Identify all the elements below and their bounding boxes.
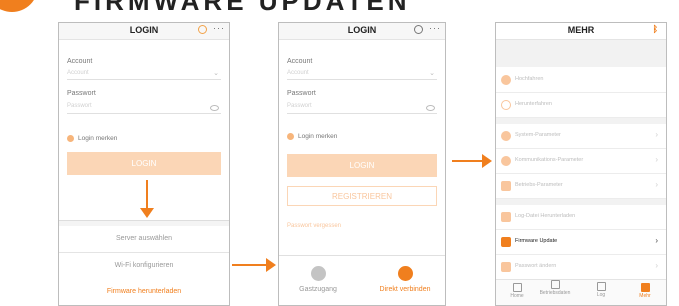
password-label: Passwort (287, 90, 316, 97)
page-heading: FIRMWARE UPDATEN (74, 0, 411, 16)
chevron-right-icon: › (655, 155, 658, 164)
menu-item-operating-params[interactable]: Betriebs-Parameter › (496, 174, 666, 199)
top-bar: LOGIN ··· (279, 23, 445, 40)
flow-arrow-down (146, 180, 148, 210)
step-number-badge (0, 0, 38, 12)
arrow-head-right-2 (482, 154, 492, 168)
monitor-icon (550, 280, 560, 289)
menu-item-label: Firmware Update (515, 238, 558, 244)
menu-item-label: Kommunikations-Parameter (515, 157, 584, 163)
sheet-item-firmware-download[interactable]: Firmware herunterladen (59, 279, 229, 305)
parameter-icon (501, 181, 511, 191)
guest-access-button[interactable]: Gastzugang (293, 266, 343, 293)
menu-item-label: Betriebs-Parameter (515, 182, 563, 188)
sheet-item-server[interactable]: Server auswählen (59, 226, 229, 253)
arrow-head-down (140, 208, 154, 218)
chevron-right-icon: › (655, 130, 658, 139)
tab-bar: Home Betriebsdaten Log Mehr (496, 279, 666, 305)
tab-more[interactable]: Mehr (632, 283, 658, 299)
password-underline (287, 113, 437, 114)
password-underline (67, 113, 221, 114)
menu-item-communication-params[interactable]: Kommunikations-Parameter › (496, 149, 666, 174)
login-screen-full: LOGIN ··· Account Account ⌄ Passwort Pas… (278, 22, 446, 306)
tab-label: Log (596, 292, 606, 298)
direct-connect-icon (397, 266, 413, 281)
section-gap (496, 40, 666, 67)
login-button[interactable]: LOGIN (67, 152, 221, 175)
tab-label: Mehr (639, 293, 651, 299)
top-bar: LOGIN ··· (59, 23, 229, 40)
direct-connect-label: Direkt verbinden (379, 286, 431, 293)
action-sheet: Server auswählen Wi-Fi konfigurieren Fir… (59, 220, 229, 305)
account-underline (67, 79, 221, 80)
gear-icon (501, 131, 511, 141)
log-file-icon (501, 212, 511, 222)
chevron-down-icon[interactable]: ⌄ (429, 69, 435, 77)
flow-arrow-right-1 (232, 264, 270, 266)
menu-item-label: System-Parameter (515, 132, 561, 138)
settings-gear-icon[interactable] (414, 25, 423, 34)
password-input[interactable]: Passwort (287, 103, 312, 109)
lock-icon (501, 262, 511, 272)
remember-label: Login merken (298, 133, 338, 140)
settings-gear-icon[interactable] (198, 25, 207, 34)
password-label: Passwort (67, 90, 96, 97)
bluetooth-icon: ᛒ (652, 24, 658, 34)
menu-item-shutdown[interactable]: Herunterfahren (496, 93, 666, 118)
arrow-head-right-1 (266, 258, 276, 272)
chevron-down-icon[interactable]: ⌄ (213, 69, 219, 77)
grid-icon (640, 283, 650, 292)
chevron-right-icon: › (655, 236, 658, 245)
top-bar: MEHR ᛒ (496, 23, 666, 40)
divider (279, 255, 445, 256)
login-screen-sheet: LOGIN ··· Account Account ⌄ Passwort Pas… (58, 22, 230, 306)
menu-item-change-password[interactable]: Passwort ändern › (496, 255, 666, 280)
screen-title: MEHR (567, 25, 595, 35)
remember-label: Login merken (78, 135, 118, 142)
power-off-icon (501, 100, 511, 110)
account-underline (287, 79, 437, 80)
remember-checkbox[interactable] (67, 135, 74, 142)
menu-item-system-params[interactable]: System-Parameter › (496, 124, 666, 149)
remember-checkbox[interactable] (287, 133, 294, 140)
tab-home[interactable]: Home (504, 283, 530, 299)
tab-label: Home (510, 293, 524, 299)
chevron-right-icon: › (655, 261, 658, 270)
eye-icon[interactable] (426, 105, 435, 111)
chevron-right-icon: › (655, 180, 658, 189)
firmware-update-icon (501, 237, 511, 247)
menu-item-label: Hochfahren (515, 76, 544, 82)
account-input[interactable]: Account (67, 70, 89, 76)
forgot-password-link[interactable]: Passwort vergessen (287, 223, 341, 229)
sheet-item-wifi[interactable]: Wi-Fi konfigurieren (59, 253, 229, 280)
eye-icon[interactable] (210, 105, 219, 111)
tab-label: Betriebsdaten (539, 290, 571, 296)
guest-label: Gastzugang (299, 286, 337, 293)
more-icon[interactable]: ··· (213, 23, 225, 33)
menu-item-label: Herunterfahren (515, 101, 552, 107)
login-button[interactable]: LOGIN (287, 154, 437, 177)
menu-item-label: Log-Datei Herunterladen (515, 213, 576, 219)
account-input[interactable]: Account (287, 70, 309, 76)
flow-arrow-right-2 (452, 160, 486, 162)
tab-log[interactable]: Log (590, 282, 612, 298)
menu-item-label: Passwort ändern (515, 263, 557, 269)
power-on-icon (501, 75, 511, 85)
more-icon[interactable]: ··· (429, 23, 441, 33)
menu-item-firmware-update[interactable]: Firmware Update › (496, 230, 666, 255)
menu-item-log-download[interactable]: Log-Datei Herunterladen (496, 205, 666, 230)
password-input[interactable]: Passwort (67, 103, 92, 109)
clipboard-icon (596, 282, 606, 291)
tab-operating-data[interactable]: Betriebsdaten (536, 280, 574, 296)
account-label: Account (67, 58, 93, 65)
register-button[interactable]: REGISTRIEREN (287, 186, 437, 206)
home-icon (512, 283, 522, 292)
communication-icon (501, 156, 511, 166)
direct-connect-button[interactable]: Direkt verbinden (375, 266, 435, 293)
menu-item-startup[interactable]: Hochfahren (496, 68, 666, 93)
more-screen: MEHR ᛒ Hochfahren Herunterfahren System-… (495, 22, 667, 306)
account-label: Account (287, 58, 313, 65)
guest-icon (310, 266, 326, 281)
